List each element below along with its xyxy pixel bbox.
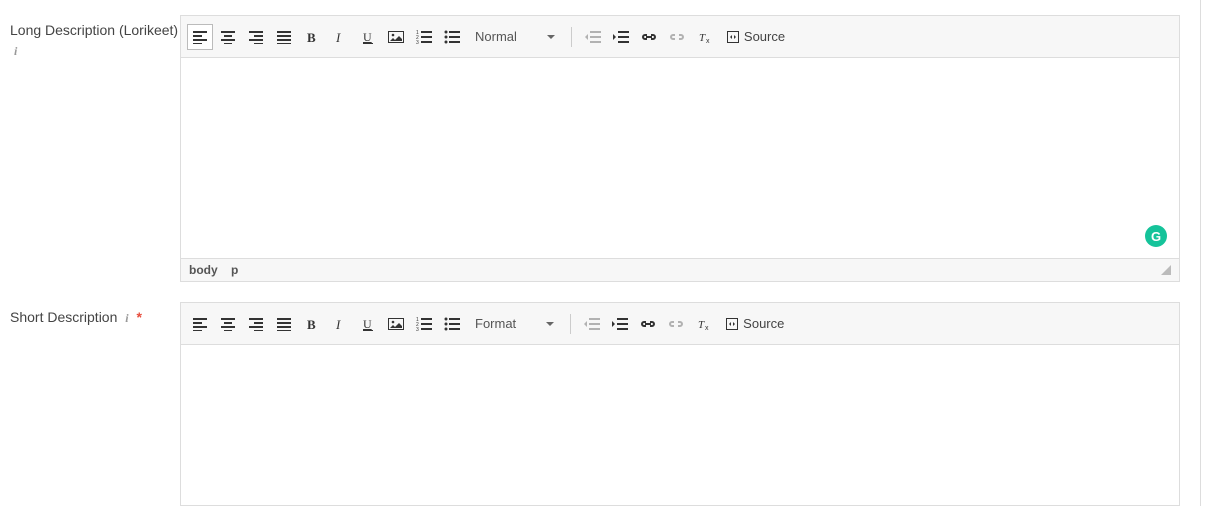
numbered-list-button[interactable]: 123 xyxy=(411,311,437,337)
short-description-row: Short Description i * xyxy=(10,302,1213,506)
align-right-button[interactable] xyxy=(243,311,269,337)
short-description-editor: B I U 123 xyxy=(180,302,1180,506)
format-dropdown-label: Normal xyxy=(475,29,517,44)
long-description-label-col: Long Description (Lorikeet) i xyxy=(10,15,180,60)
unlink-button[interactable] xyxy=(664,24,690,50)
long-description-content[interactable] xyxy=(181,58,1179,258)
long-description-row: Long Description (Lorikeet) i xyxy=(10,15,1213,282)
right-divider xyxy=(1200,0,1201,506)
toolbar-separator xyxy=(570,314,571,334)
short-description-label: Short Description xyxy=(10,309,117,325)
align-center-button[interactable] xyxy=(215,24,241,50)
short-description-content[interactable] xyxy=(181,345,1179,505)
long-desc-toolbar: B I U 123 xyxy=(181,16,1179,58)
remove-format-button[interactable]: Tx xyxy=(691,311,717,337)
info-icon[interactable]: i xyxy=(14,43,17,60)
format-dropdown[interactable]: Normal xyxy=(467,24,563,50)
svg-text:B: B xyxy=(307,30,316,44)
required-indicator: * xyxy=(137,309,142,325)
long-description-editor: B I U 123 xyxy=(180,15,1180,282)
svg-text:I: I xyxy=(335,317,341,331)
short-desc-toolbar: B I U 123 xyxy=(181,303,1179,345)
align-center-button[interactable] xyxy=(215,311,241,337)
align-justify-button[interactable] xyxy=(271,311,297,337)
svg-text:U: U xyxy=(363,317,372,331)
image-button[interactable] xyxy=(383,311,409,337)
numbered-list-button[interactable]: 123 xyxy=(411,24,437,50)
svg-text:T: T xyxy=(699,32,706,44)
svg-text:3: 3 xyxy=(416,40,419,44)
italic-button[interactable]: I xyxy=(327,311,353,337)
image-button[interactable] xyxy=(383,24,409,50)
svg-text:x: x xyxy=(705,325,709,331)
outdent-button[interactable] xyxy=(580,24,606,50)
info-icon[interactable]: i xyxy=(125,310,128,327)
grammarly-icon[interactable]: G xyxy=(1145,225,1167,247)
svg-text:I: I xyxy=(335,30,341,44)
svg-text:B: B xyxy=(307,317,316,331)
bullet-list-button[interactable] xyxy=(439,24,465,50)
svg-text:3: 3 xyxy=(416,327,419,331)
bold-button[interactable]: B xyxy=(299,311,325,337)
indent-button[interactable] xyxy=(607,311,633,337)
underline-button[interactable]: U xyxy=(355,24,381,50)
toolbar-separator xyxy=(571,27,572,47)
align-left-button[interactable] xyxy=(187,311,213,337)
indent-button[interactable] xyxy=(608,24,634,50)
long-desc-path-bar: body p xyxy=(181,258,1179,281)
short-description-label-col: Short Description i * xyxy=(10,302,180,328)
bullet-list-button[interactable] xyxy=(439,311,465,337)
long-description-label: Long Description (Lorikeet) xyxy=(10,22,178,38)
source-button-label: Source xyxy=(744,29,785,44)
outdent-button[interactable] xyxy=(579,311,605,337)
format-dropdown[interactable]: Format xyxy=(467,311,562,337)
underline-button[interactable]: U xyxy=(355,311,381,337)
source-button[interactable]: Source xyxy=(719,311,790,337)
svg-text:U: U xyxy=(363,30,372,44)
svg-text:T: T xyxy=(698,319,705,331)
chevron-down-icon xyxy=(546,322,554,326)
source-icon xyxy=(725,317,739,331)
source-icon xyxy=(726,30,740,44)
italic-button[interactable]: I xyxy=(327,24,353,50)
link-button[interactable] xyxy=(635,311,661,337)
source-button[interactable]: Source xyxy=(720,24,791,50)
align-left-button[interactable] xyxy=(187,24,213,50)
chevron-down-icon xyxy=(547,35,555,39)
remove-format-button[interactable]: Tx xyxy=(692,24,718,50)
unlink-button[interactable] xyxy=(663,311,689,337)
resize-handle[interactable] xyxy=(1161,265,1171,275)
path-element-body[interactable]: body xyxy=(189,263,218,277)
source-button-label: Source xyxy=(743,316,784,331)
align-right-button[interactable] xyxy=(243,24,269,50)
path-element-p[interactable]: p xyxy=(231,263,238,277)
svg-text:x: x xyxy=(706,38,710,44)
format-dropdown-label: Format xyxy=(475,316,516,331)
align-justify-button[interactable] xyxy=(271,24,297,50)
bold-button[interactable]: B xyxy=(299,24,325,50)
link-button[interactable] xyxy=(636,24,662,50)
